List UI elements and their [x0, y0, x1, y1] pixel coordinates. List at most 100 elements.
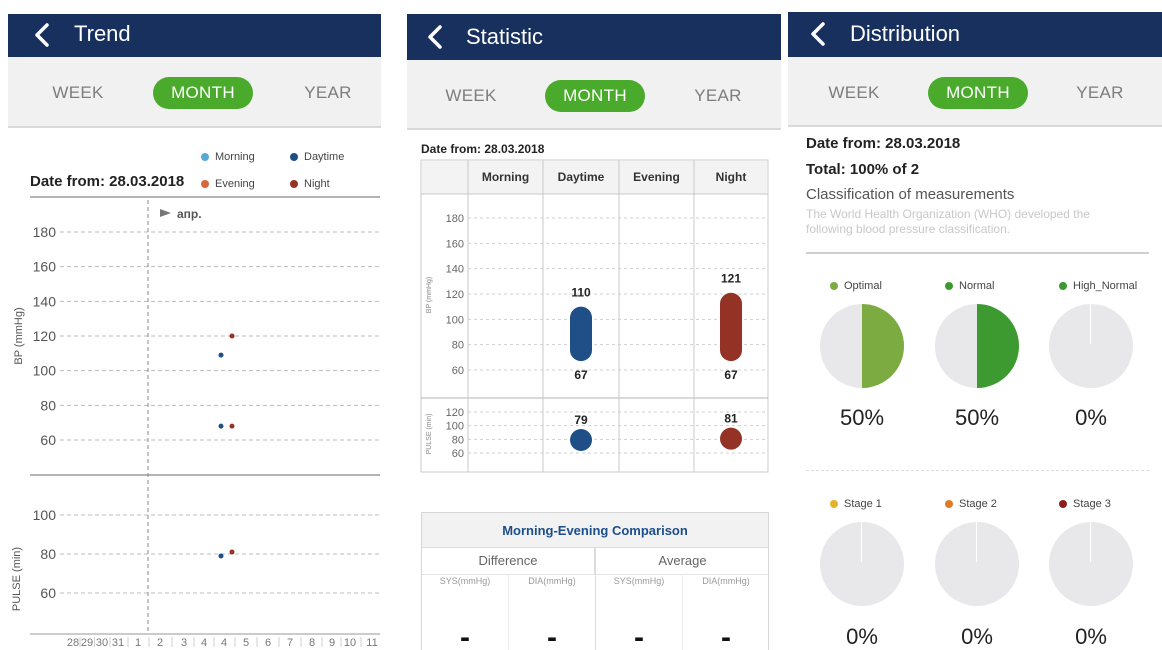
pie-empty-marker	[1090, 304, 1091, 344]
x-tick-label: 2	[157, 637, 163, 649]
legend-dot	[830, 282, 838, 290]
date-from: Date from: 28.03.2018	[30, 173, 185, 190]
x-tick-label: 3	[181, 637, 187, 649]
y-tick-label: 140	[33, 293, 57, 309]
legend-dot	[945, 500, 953, 508]
tab-month[interactable]: MONTH	[928, 77, 1028, 109]
y-tick-label: 120	[33, 328, 57, 344]
data-point	[229, 333, 235, 339]
night-legend-dot	[290, 180, 298, 188]
divider	[595, 548, 596, 650]
bp-axis-label: BP (mmHg)	[426, 277, 433, 313]
data-point	[229, 423, 235, 429]
pie-empty-marker	[1090, 522, 1091, 562]
tab-week[interactable]: WEEK	[421, 80, 521, 112]
x-tick-label: 8	[309, 637, 315, 649]
y-tick-label: 80	[40, 397, 56, 413]
morning-legend-dot	[201, 153, 209, 161]
data-label: 121	[721, 272, 741, 286]
pulse-axis-label: PULSE (min)	[11, 547, 23, 611]
column-header: Morning	[482, 170, 529, 184]
percentage-value: 0%	[1075, 624, 1107, 649]
x-tick-label: 10	[344, 637, 356, 649]
tab-week[interactable]: WEEK	[28, 77, 128, 109]
divider	[806, 252, 1149, 254]
period-selector: WEEK MONTH YEAR	[407, 60, 781, 130]
pie-chart	[820, 522, 904, 606]
tab-month[interactable]: MONTH	[153, 77, 253, 109]
difference-label: Difference	[422, 548, 595, 574]
y-tick-label: 120	[446, 407, 464, 419]
distribution-panel: Distribution WEEK MONTH YEAR Date from: …	[788, 0, 1162, 650]
trend-panel: Trend WEEK MONTH YEAR Morning Daytime Ev…	[8, 0, 381, 650]
data-label: 67	[724, 368, 738, 382]
tab-year[interactable]: YEAR	[1050, 77, 1150, 109]
classification-heading: Classification of measurements	[806, 186, 1015, 203]
x-tick-label: 11	[366, 637, 377, 649]
y-tick-label: 100	[446, 314, 464, 326]
tab-year[interactable]: YEAR	[668, 80, 768, 112]
morning-evening-comparison: Morning-Evening Comparison Difference Av…	[421, 512, 769, 650]
x-tick-label: 28	[67, 637, 79, 649]
difference-sys-value: -	[460, 621, 470, 650]
back-arrow-icon[interactable]	[423, 23, 449, 51]
x-tick-label: 7	[287, 637, 293, 649]
data-point	[218, 553, 224, 559]
page-title: Trend	[74, 21, 131, 46]
data-label: 81	[724, 412, 738, 426]
y-tick-label: 180	[33, 224, 57, 240]
percentage-value: 50%	[954, 405, 1000, 430]
data-label: 79	[574, 413, 588, 427]
y-tick-label: 60	[452, 448, 464, 460]
tab-week[interactable]: WEEK	[804, 77, 904, 109]
flag-icon	[160, 209, 171, 217]
legend-dot	[1059, 282, 1067, 290]
x-tick-label: 31	[112, 637, 124, 649]
bp-axis-label: BP (mmHg)	[13, 307, 25, 364]
y-tick-label: 60	[452, 365, 464, 377]
pie-chart	[820, 304, 904, 388]
y-tick-label: 80	[40, 546, 56, 562]
pie-chart	[935, 522, 1019, 606]
tab-year[interactable]: YEAR	[278, 77, 378, 109]
y-tick-label: 160	[33, 259, 57, 275]
x-tick-label: 4	[201, 637, 207, 649]
classification-label: Normal	[959, 280, 995, 292]
y-tick-label: 80	[452, 340, 464, 352]
y-tick-label: 100	[446, 421, 464, 433]
x-tick-label: 5	[243, 637, 249, 649]
distribution-header: Distribution	[788, 12, 1162, 57]
classification-label: Optimal	[844, 280, 882, 292]
date-from: Date from: 28.03.2018	[806, 135, 961, 152]
back-arrow-icon[interactable]	[30, 21, 56, 49]
pulse-axis-label: PULSE (min)	[426, 414, 433, 455]
y-tick-label: 160	[446, 238, 464, 250]
range-bar	[720, 292, 742, 362]
legend-night: Night	[304, 178, 330, 190]
tab-month[interactable]: MONTH	[545, 80, 645, 112]
legend-dot	[830, 500, 838, 508]
date-from: Date from: 28.03.2018	[421, 142, 545, 156]
classification-label: Stage 1	[844, 498, 882, 510]
data-point	[229, 549, 235, 555]
sys-label: SYS(mmHg)	[439, 576, 491, 586]
y-tick-label: 180	[446, 213, 464, 225]
y-tick-label: 100	[33, 363, 57, 379]
classification-label: High_Normal	[1073, 280, 1138, 292]
statistic-header: Statistic	[407, 14, 781, 60]
period-selector: WEEK MONTH YEAR	[788, 57, 1162, 127]
y-tick-label: 120	[446, 289, 464, 301]
legend-evening: Evening	[215, 178, 255, 190]
page-title: Distribution	[850, 21, 961, 46]
back-arrow-icon[interactable]	[806, 20, 832, 48]
percentage-value: 0%	[961, 624, 993, 649]
percentage-value: 0%	[846, 624, 878, 649]
legend-dot	[1059, 500, 1067, 508]
sys-label: SYS(mmHg)	[613, 576, 665, 586]
classification-description: The World Health Organization (WHO) deve…	[806, 207, 1090, 236]
y-tick-label: 60	[40, 585, 56, 601]
statistic-chart: Morning Daytime Evening Night 180 160 140 120 10…	[420, 159, 769, 473]
classification-label: Stage 3	[1073, 498, 1111, 510]
range-bar	[570, 306, 592, 362]
average-dia-value: -	[721, 621, 731, 650]
